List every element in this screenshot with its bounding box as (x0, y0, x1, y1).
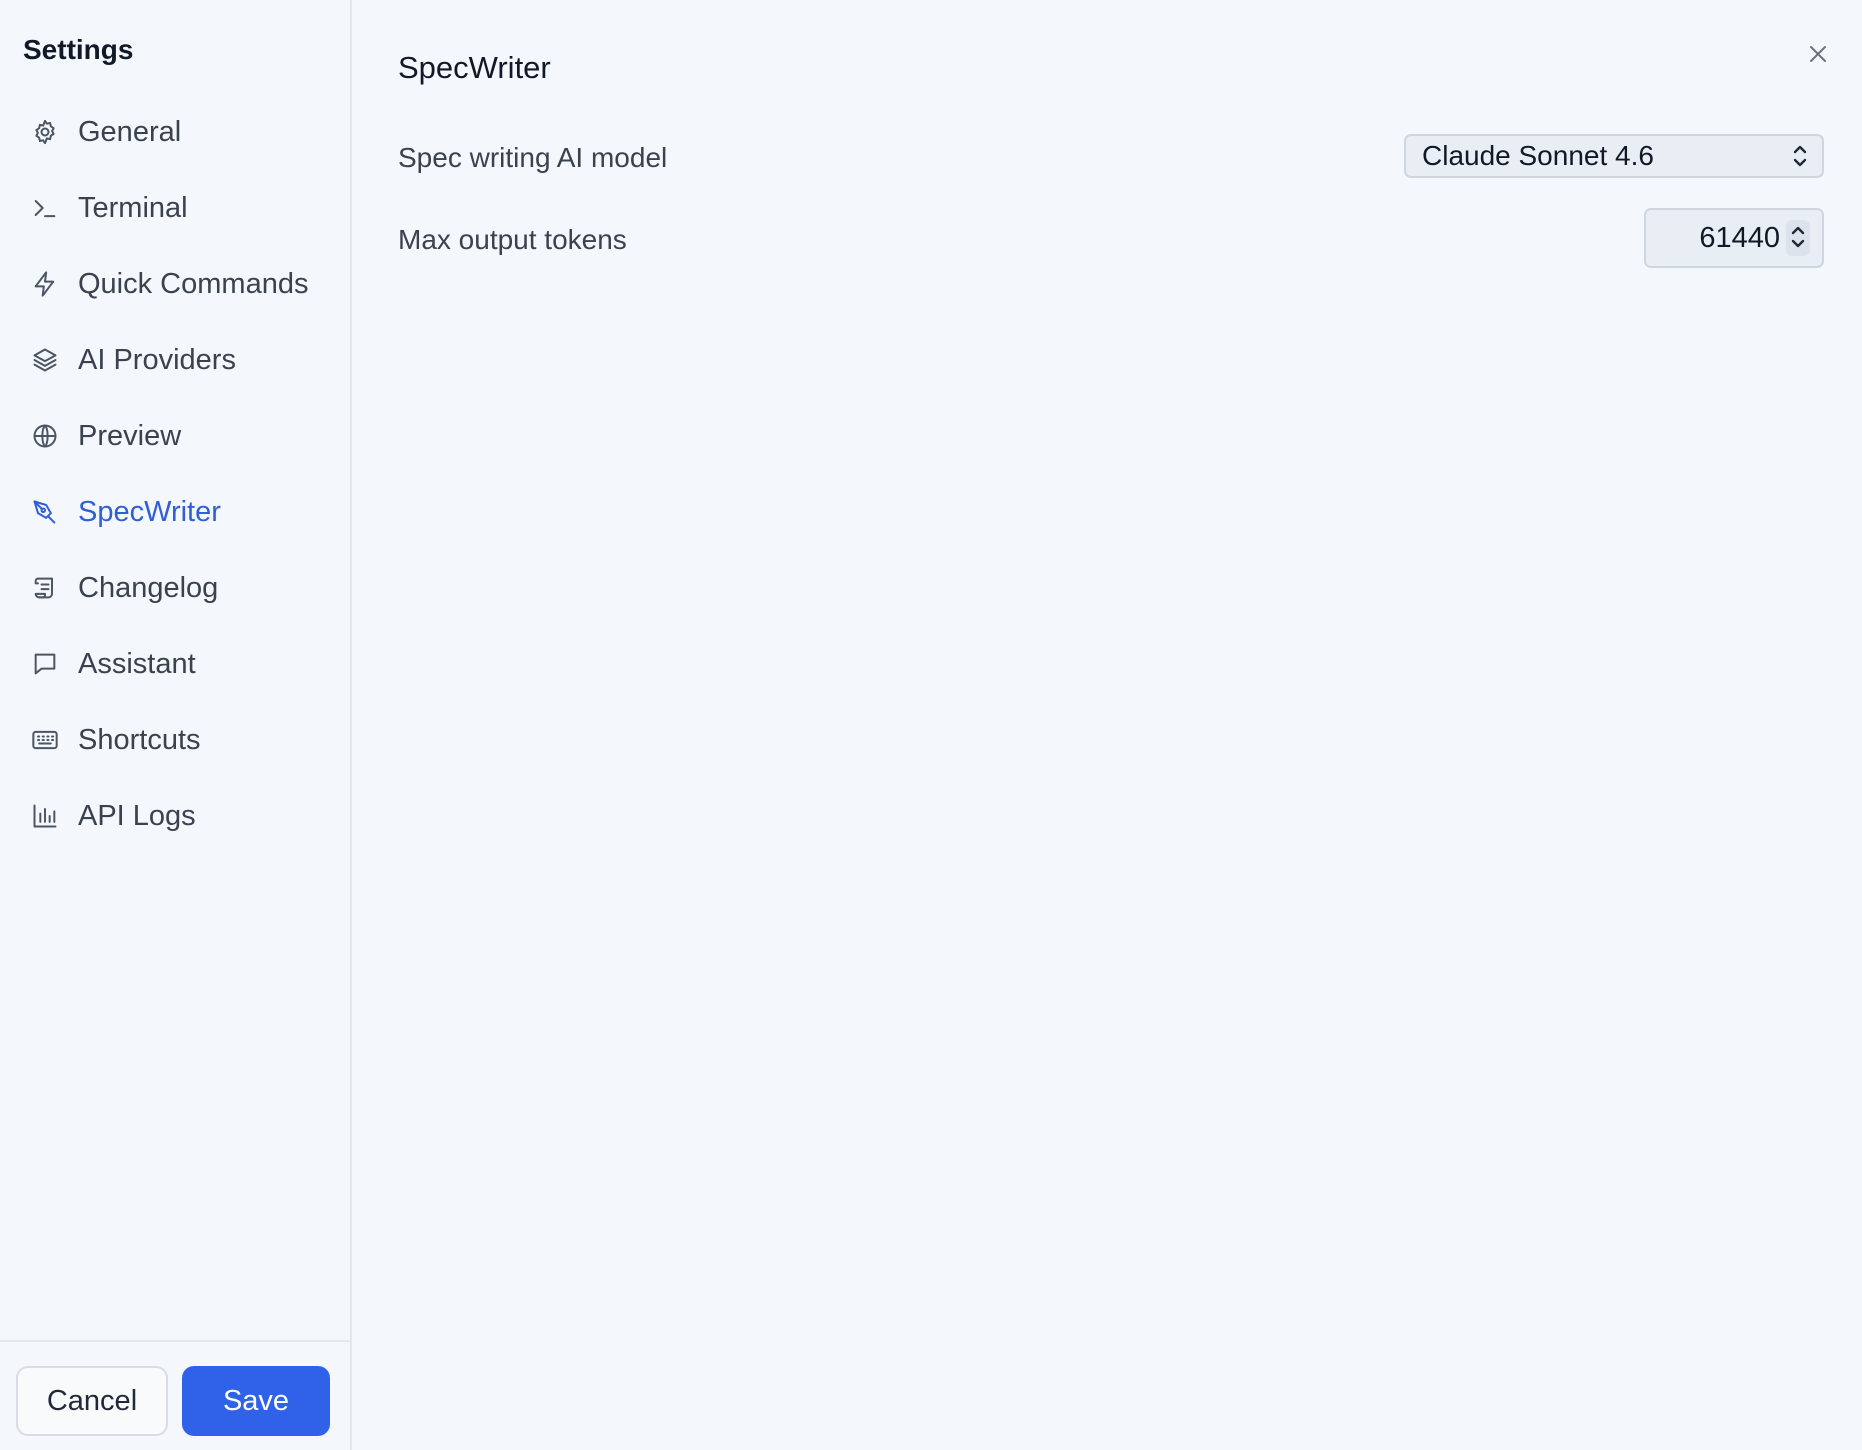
sidebar-item-ai-providers[interactable]: AI Providers (0, 322, 350, 398)
lightning-icon (30, 269, 60, 299)
globe-icon (30, 421, 60, 451)
sidebar-item-label: Terminal (78, 191, 188, 224)
settings-window: Settings General Terminal Quick Commands (0, 0, 1862, 1450)
settings-content: SpecWriter Spec writing AI model Claude … (352, 0, 1862, 1450)
settings-sidebar: Settings General Terminal Quick Commands (0, 0, 352, 1450)
sidebar-item-quick-commands[interactable]: Quick Commands (0, 246, 350, 322)
chevron-up-down-icon (1788, 141, 1812, 171)
sidebar-item-label: Shortcuts (78, 723, 201, 756)
sidebar-item-label: Assistant (78, 647, 196, 680)
sidebar-item-label: Changelog (78, 571, 219, 604)
bar-chart-icon (30, 801, 60, 831)
close-icon (1810, 46, 1826, 62)
sidebar-item-api-logs[interactable]: API Logs (0, 778, 350, 854)
sidebar-item-assistant[interactable]: Assistant (0, 626, 350, 702)
page-title: SpecWriter (398, 50, 551, 85)
max-tokens-input[interactable]: 61440 (1644, 208, 1824, 268)
sidebar-item-label: Preview (78, 419, 182, 452)
save-button[interactable]: Save (182, 1366, 330, 1436)
gear-icon (30, 117, 60, 147)
sidebar-item-specwriter[interactable]: SpecWriter (0, 474, 350, 550)
model-select[interactable]: Claude Sonnet 4.6 (1404, 134, 1824, 178)
max-tokens-value: 61440 (1699, 221, 1780, 254)
scroll-icon (30, 573, 60, 603)
close-button[interactable] (1802, 38, 1834, 70)
sidebar-item-shortcuts[interactable]: Shortcuts (0, 702, 350, 778)
chat-bubble-icon (30, 649, 60, 679)
sidebar-title: Settings (23, 34, 134, 65)
settings-nav: General Terminal Quick Commands AI Provi… (0, 94, 350, 854)
terminal-icon (30, 193, 60, 223)
tokens-setting-label: Max output tokens (398, 224, 627, 255)
pen-nib-icon (30, 497, 60, 527)
sidebar-item-label: API Logs (78, 799, 196, 832)
sidebar-item-label: AI Providers (78, 343, 236, 376)
chevron-up-down-icon (1788, 223, 1808, 253)
sidebar-item-label: Quick Commands (78, 267, 309, 300)
sidebar-item-label: General (78, 115, 182, 148)
layers-icon (30, 345, 60, 375)
sidebar-item-changelog[interactable]: Changelog (0, 550, 350, 626)
model-setting-label: Spec writing AI model (398, 142, 668, 173)
sidebar-item-terminal[interactable]: Terminal (0, 170, 350, 246)
keyboard-icon (30, 725, 60, 755)
sidebar-item-preview[interactable]: Preview (0, 398, 350, 474)
sidebar-item-general[interactable]: General (0, 94, 350, 170)
cancel-button[interactable]: Cancel (16, 1366, 168, 1436)
number-stepper[interactable] (1786, 220, 1810, 256)
model-select-value: Claude Sonnet 4.6 (1422, 140, 1654, 171)
sidebar-footer: Cancel Save (0, 1340, 350, 1450)
sidebar-item-label: SpecWriter (78, 495, 221, 528)
